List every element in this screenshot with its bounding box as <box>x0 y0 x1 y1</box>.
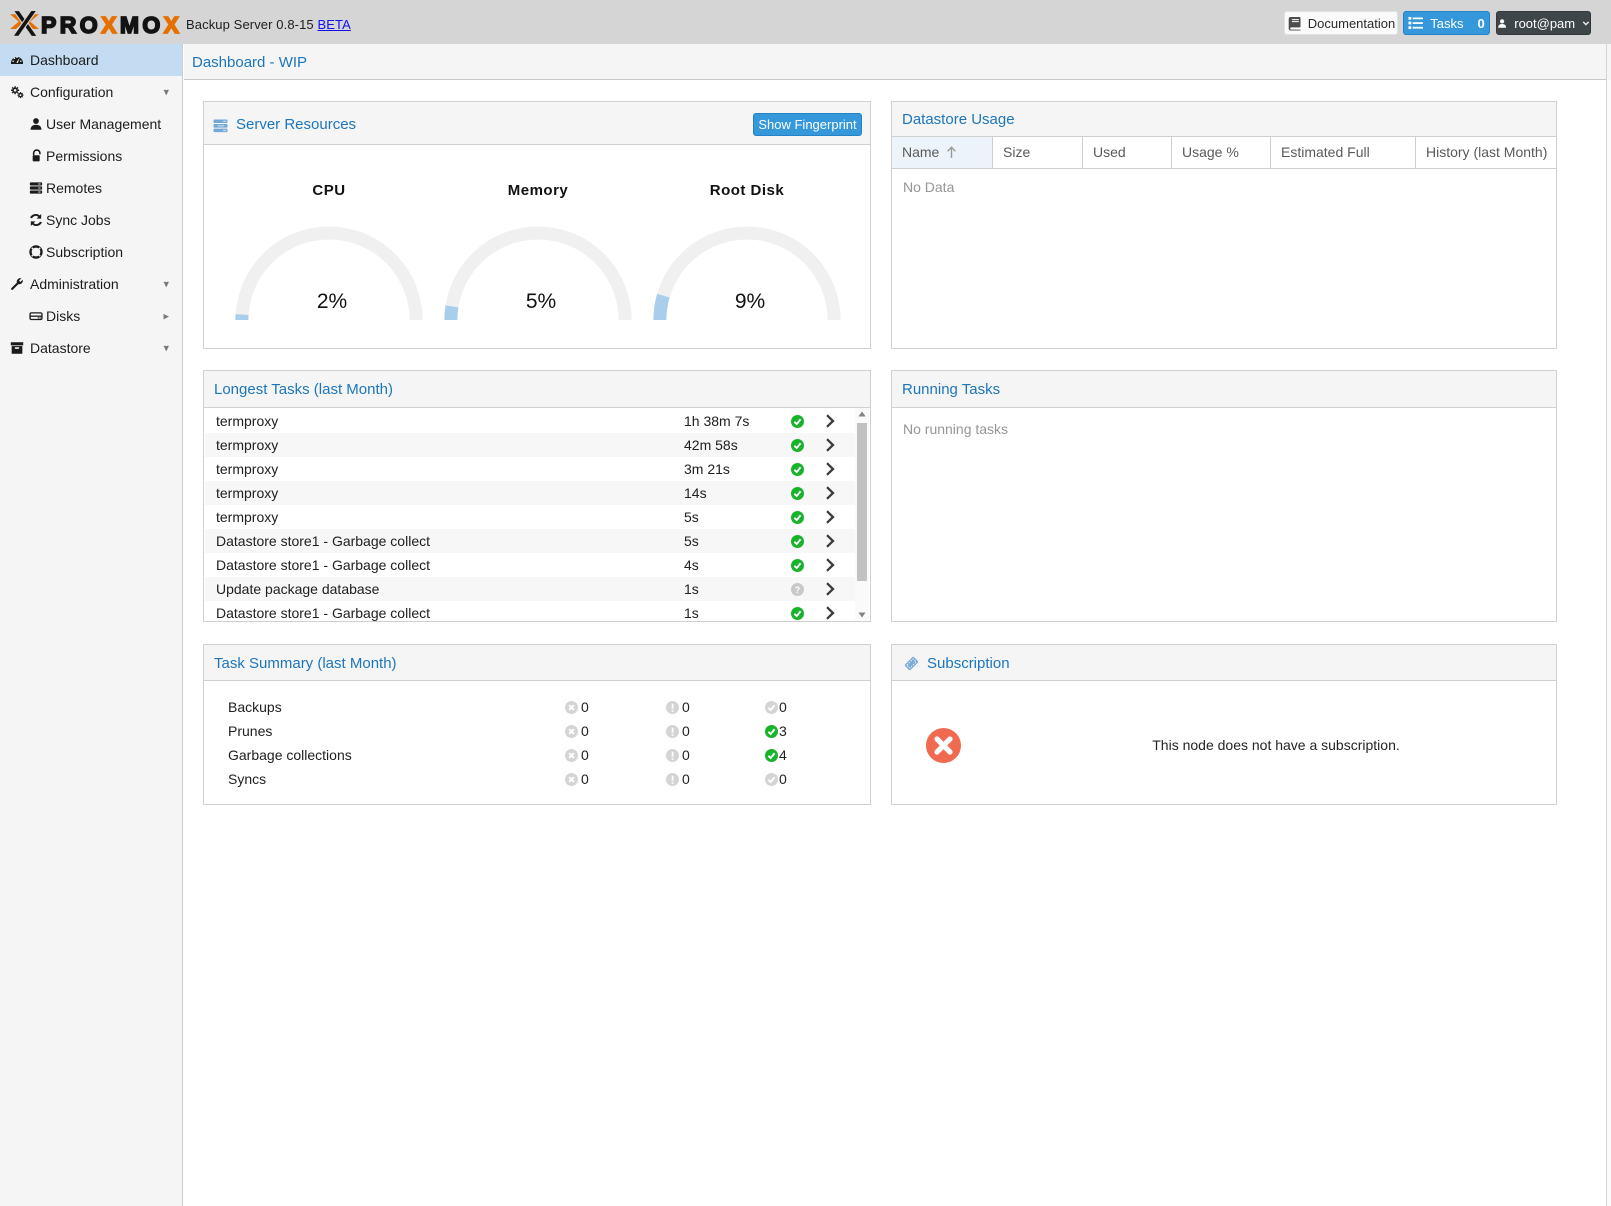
svg-text:?: ? <box>795 585 800 595</box>
